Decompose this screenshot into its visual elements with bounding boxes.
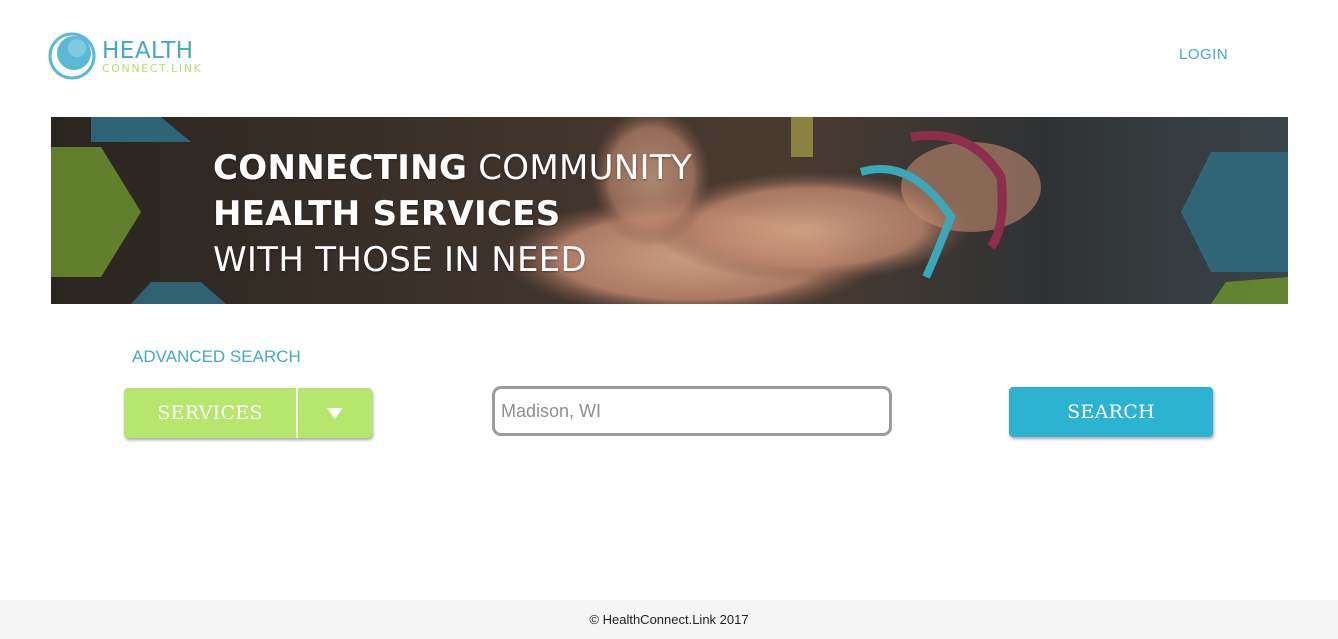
site-logo[interactable]: HEALTH CONNECT.LINK — [48, 30, 218, 82]
hero-banner: CONNECTING COMMUNITY HEALTH SERVICES WIT… — [51, 117, 1288, 304]
hero-line-1: CONNECTING COMMUNITY — [213, 145, 692, 191]
location-input[interactable] — [492, 386, 892, 436]
footer: © HealthConnect.Link 2017 — [0, 600, 1338, 639]
chevron-down-icon — [327, 407, 343, 419]
services-dropdown-label: SERVICES — [157, 402, 263, 424]
hero-line-1-bold: CONNECTING — [213, 148, 468, 188]
services-dropdown-divider — [296, 388, 298, 438]
logo-wordmark: HEALTH — [102, 38, 194, 64]
hero-line-1-rest: COMMUNITY — [467, 148, 693, 188]
advanced-search-link[interactable]: ADVANCED SEARCH — [132, 347, 301, 367]
page: HEALTH CONNECT.LINK LOGIN CONNECTING COM… — [0, 0, 1338, 639]
hero-line-2: HEALTH SERVICES — [213, 194, 561, 234]
search-button[interactable]: SEARCH — [1009, 387, 1213, 437]
logo-mark-icon — [48, 32, 96, 80]
copyright-text: © HealthConnect.Link 2017 — [589, 612, 749, 627]
logo-subtext: CONNECT.LINK — [102, 62, 203, 75]
services-dropdown[interactable]: SERVICES — [124, 388, 372, 438]
login-link[interactable]: LOGIN — [1179, 46, 1228, 63]
services-dropdown-toggle[interactable] — [298, 388, 372, 438]
hero-tagline: CONNECTING COMMUNITY HEALTH SERVICES WIT… — [213, 145, 692, 283]
hero-line-3: WITH THOSE IN NEED — [213, 240, 588, 280]
